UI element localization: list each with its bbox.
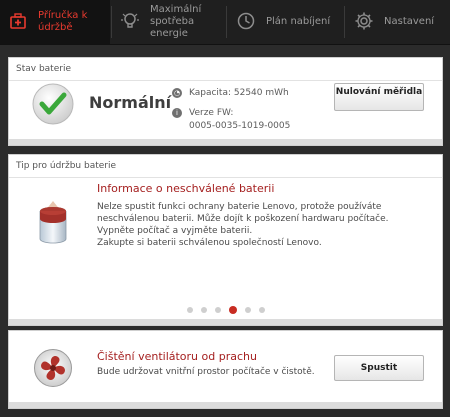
pager-dot[interactable] (214, 307, 221, 313)
pager-dot[interactable] (200, 307, 207, 313)
section-title: Stav baterie (16, 64, 71, 74)
lightbulb-icon (121, 13, 139, 28)
tip-line: Nelze spustit funkci ochrany baterie Len… (97, 202, 382, 212)
section-title: Tip pro údržbu baterie (16, 161, 117, 171)
tab-divider (226, 6, 227, 38)
tip-line: neschválenou baterii. Může dojít k poško… (97, 214, 389, 224)
tip-title: Informace o neschválené baterii (97, 182, 275, 195)
top-tab-bar: Příručka k údržbě Maximální spotřeba ene… (0, 0, 450, 45)
card-footer-bar (9, 139, 442, 145)
pager-dot[interactable] (244, 307, 251, 313)
capacity-icon: ◔ (172, 88, 182, 98)
card-footer-bar (9, 319, 442, 325)
fan-cleaning-card: Čištění ventilátoru od prachu Bude udržo… (8, 330, 443, 409)
info-icon: i (172, 108, 182, 118)
clock-icon (237, 12, 255, 30)
tip-body: Nelze spustit funkci ochrany baterie Len… (97, 201, 427, 249)
fw-value: 0005-0035-1019-0005 (189, 121, 291, 131)
tip-line: Zakupte si baterii schválenou společnost… (97, 238, 322, 248)
pager-dot-active[interactable] (228, 306, 237, 314)
pager-dot[interactable] (258, 307, 265, 313)
fan-icon (34, 349, 72, 387)
tab-divider (344, 6, 345, 38)
section-divider (9, 177, 442, 178)
fan-description: Bude udržovat vnitřní prostor počítače v… (97, 367, 315, 377)
tip-pager (9, 306, 442, 314)
tip-line: Vypněte počítač a vyjměte baterii. (97, 226, 253, 236)
tab-settings[interactable]: Nastavení (346, 0, 450, 44)
start-button[interactable]: Spustit (334, 355, 424, 381)
tab-charging-plan[interactable]: Plán nabíjení (228, 0, 342, 44)
tab-label: Nastavení (384, 16, 435, 27)
battery-warning-icon (39, 201, 67, 244)
tab-label: Maximální spotřeba energie (150, 4, 202, 39)
start-button-label: Spustit (360, 363, 398, 373)
card-footer-bar (9, 402, 442, 408)
tab-label: Plán nabíjení (266, 16, 331, 27)
gear-icon (355, 12, 373, 30)
capacity-text: Kapacita: 52540 mWh (189, 88, 289, 98)
battery-tip-card: Tip pro údržbu baterie Informace o nesch… (8, 154, 443, 326)
section-divider (9, 80, 442, 81)
fw-label: Verze FW: (189, 108, 234, 118)
pager-dot[interactable] (186, 307, 193, 313)
battery-status-text: Normální (89, 93, 172, 112)
status-ok-icon (32, 83, 74, 125)
battery-status-card: Stav baterie Normální ◔ Kapacita: 52540 … (8, 57, 443, 146)
reset-gauge-button[interactable]: Nulování měřidla (334, 83, 424, 111)
tab-max-power[interactable]: Maximální spotřeba energie (112, 0, 224, 44)
first-aid-icon (10, 13, 26, 29)
reset-gauge-button-label: Nulování měřidla (335, 87, 423, 97)
tab-maintenance-guide[interactable]: Příručka k údržbě (0, 0, 110, 44)
fan-title: Čištění ventilátoru od prachu (97, 350, 257, 363)
tab-label: Příručka k údržbě (38, 10, 88, 33)
